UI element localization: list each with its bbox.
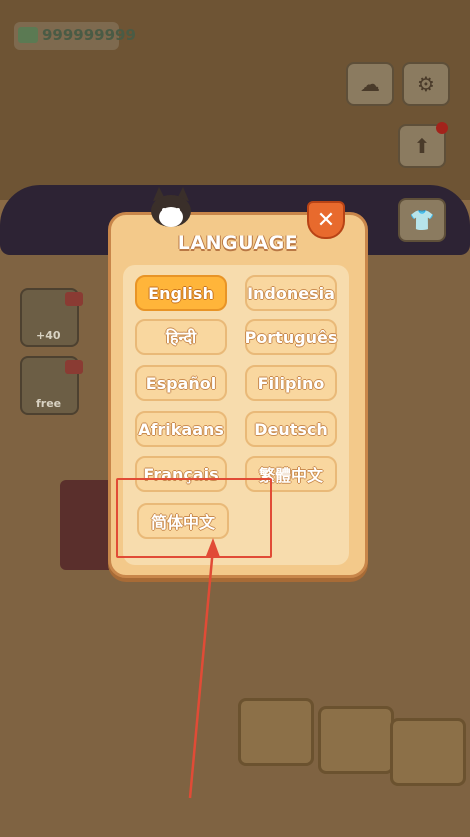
ad-badge-icon <box>65 360 83 374</box>
cat-mascot-icon <box>141 183 201 233</box>
shirt-icon: 👕 <box>409 208 435 232</box>
language-option-filipino[interactable]: Filipino <box>245 365 337 401</box>
cash-icon <box>18 27 38 43</box>
floor-tile <box>238 698 314 766</box>
ad-badge-icon <box>65 292 83 306</box>
floor-tile <box>318 706 394 774</box>
close-icon: ✕ <box>316 207 336 233</box>
offer-amount: +40 <box>36 329 61 342</box>
money-amount: 999999999 <box>42 26 136 44</box>
money-counter: 999999999 <box>14 22 136 50</box>
language-option-indonesia[interactable]: Indonesia <box>245 275 337 311</box>
gear-icon: ⚙ <box>417 72 435 96</box>
settings-button[interactable]: ⚙ <box>402 62 450 106</box>
close-button[interactable]: ✕ <box>307 201 345 239</box>
language-option-afrikaans[interactable]: Afrikaans <box>135 411 227 447</box>
highlight-box <box>116 478 272 558</box>
language-option-espanol[interactable]: Español <box>135 365 227 401</box>
language-option-deutsch[interactable]: Deutsch <box>245 411 337 447</box>
free-cash-button[interactable]: free <box>20 356 83 415</box>
upgrade-button[interactable]: ⬆ <box>398 122 448 168</box>
notification-dot <box>436 122 448 134</box>
floor-tile <box>390 718 466 786</box>
outfit-button[interactable]: 👕 <box>398 198 446 242</box>
language-option-hindi[interactable]: हिन्दी <box>135 319 227 355</box>
cash-offer-button[interactable]: +40 <box>20 288 83 347</box>
offer-free-label: free <box>36 397 62 410</box>
language-option-english[interactable]: English <box>135 275 227 311</box>
cloud-icon: ☁ <box>360 72 380 96</box>
map-button[interactable]: ☁ <box>346 62 394 106</box>
language-option-portugues[interactable]: Português <box>245 319 337 355</box>
